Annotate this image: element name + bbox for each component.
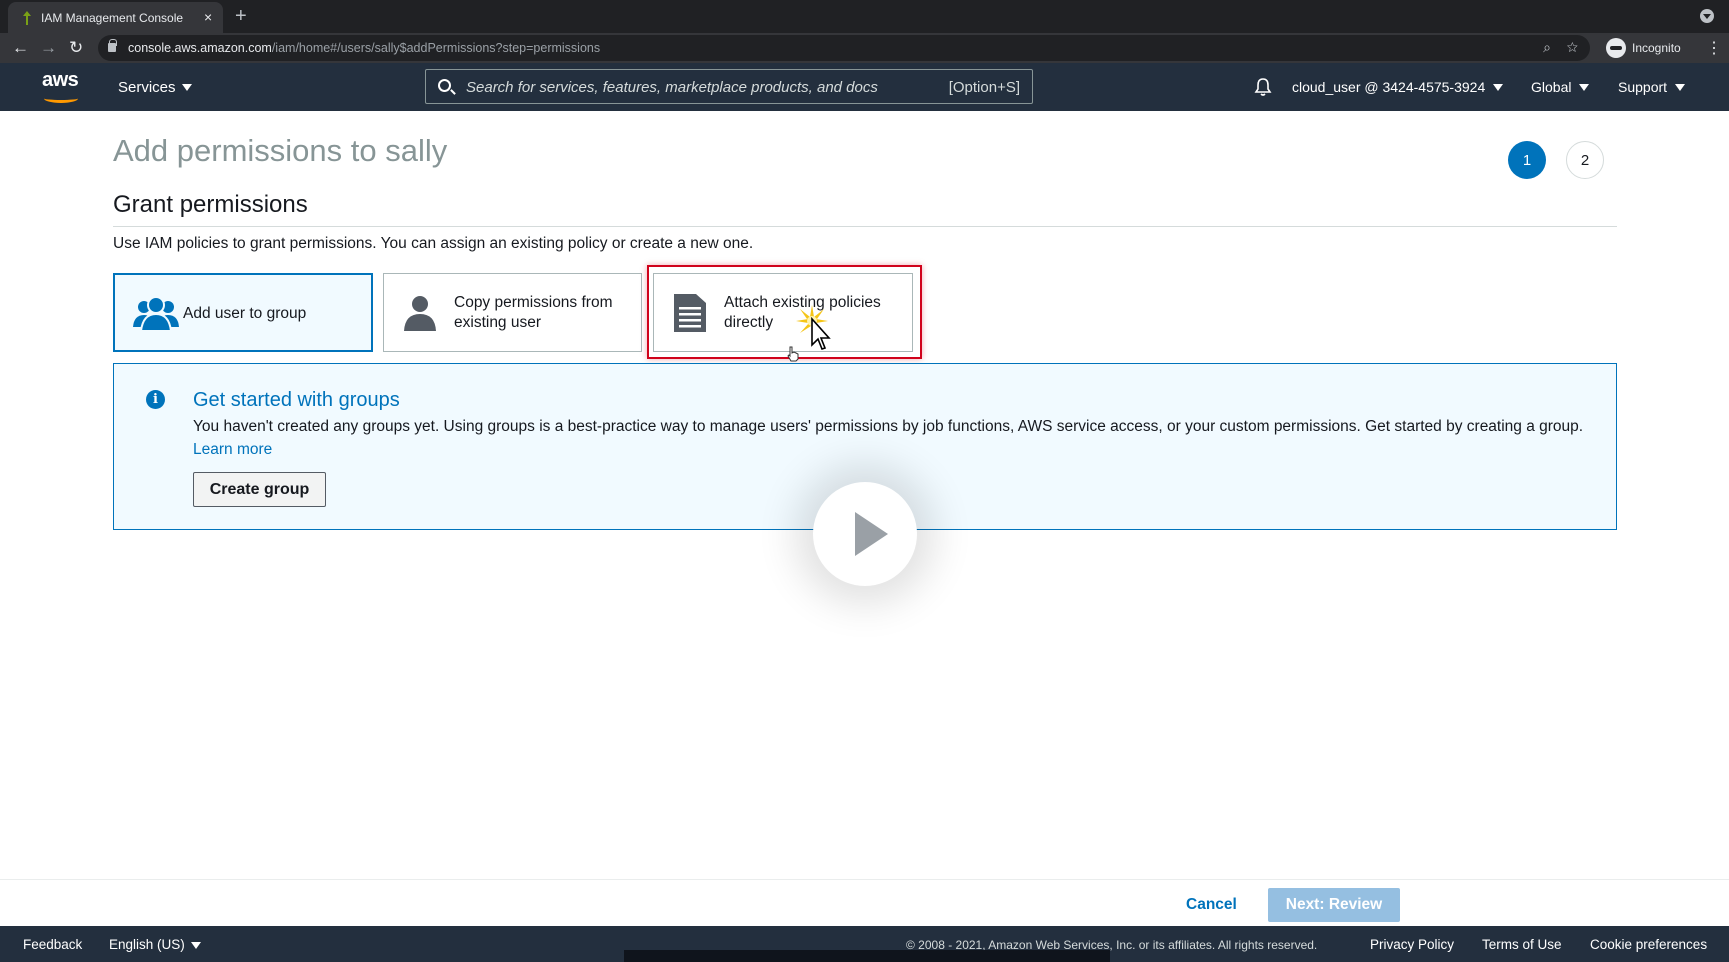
terms-of-use-link[interactable]: Terms of Use bbox=[1482, 937, 1562, 952]
caret-down-icon bbox=[1675, 83, 1686, 91]
language-label: English (US) bbox=[109, 937, 185, 952]
info-icon: i bbox=[146, 390, 165, 409]
screen: IAM Management Console × + ← → ↻ console… bbox=[0, 0, 1729, 962]
reload-icon[interactable]: ↻ bbox=[69, 38, 83, 58]
url-host: console.aws.amazon.com bbox=[128, 41, 272, 55]
support-menu[interactable]: Support bbox=[1618, 79, 1686, 95]
video-progress-strip bbox=[624, 950, 1110, 962]
option-label: Add user to group bbox=[183, 305, 307, 322]
privacy-policy-link[interactable]: Privacy Policy bbox=[1370, 937, 1454, 952]
browser-menu-icon[interactable]: ⋮ bbox=[1706, 38, 1722, 58]
omnibox-actions: ⌕ ☆ bbox=[1543, 39, 1578, 56]
incognito-label: Incognito bbox=[1632, 41, 1681, 55]
user-icon bbox=[404, 296, 436, 331]
info-body: You haven't created any groups yet. Usin… bbox=[193, 415, 1593, 461]
browser-tab[interactable]: IAM Management Console × bbox=[8, 2, 223, 33]
feedback-link[interactable]: Feedback bbox=[23, 937, 82, 952]
search-icon bbox=[438, 79, 451, 92]
services-label: Services bbox=[118, 79, 176, 96]
services-menu[interactable]: Services bbox=[118, 79, 192, 96]
iam-favicon-icon bbox=[23, 11, 31, 25]
browser-toolbar: ← → ↻ console.aws.amazon.com/iam/home#/u… bbox=[0, 33, 1729, 63]
section-title: Grant permissions bbox=[113, 191, 308, 218]
caret-down-icon bbox=[190, 941, 201, 949]
caret-down-icon bbox=[1579, 83, 1590, 91]
divider bbox=[113, 226, 1617, 227]
zoom-icon[interactable]: ⌕ bbox=[1543, 39, 1551, 55]
url-path: /iam/home#/users/sally$addPermissions?st… bbox=[271, 41, 601, 55]
caret-down-icon bbox=[1493, 83, 1504, 91]
option-copy-permissions[interactable]: Copy permissions from existing user bbox=[383, 273, 642, 352]
caret-down-icon bbox=[181, 84, 192, 91]
page-title: Add permissions to sally bbox=[113, 133, 448, 168]
option-add-user-to-group[interactable]: Add user to group bbox=[113, 273, 373, 352]
account-menu[interactable]: cloud_user @ 3424-4575-3924 bbox=[1292, 79, 1504, 95]
hand-pointer-icon bbox=[787, 346, 799, 362]
bookmark-star-icon[interactable]: ☆ bbox=[1567, 39, 1578, 55]
video-play-icon[interactable] bbox=[813, 482, 917, 586]
learn-more-link[interactable]: Learn more bbox=[193, 441, 272, 458]
cookie-preferences-link[interactable]: Cookie preferences bbox=[1590, 937, 1707, 952]
option-attach-policies[interactable]: Attach existing policies directly bbox=[653, 273, 913, 352]
region-menu[interactable]: Global bbox=[1531, 79, 1590, 95]
console-search-input[interactable]: Search for services, features, marketpla… bbox=[425, 69, 1033, 104]
region-label: Global bbox=[1531, 79, 1572, 95]
create-group-button[interactable]: Create group bbox=[193, 472, 326, 507]
url-bar[interactable]: console.aws.amazon.com/iam/home#/users/s… bbox=[98, 35, 1590, 61]
cancel-button[interactable]: Cancel bbox=[1186, 896, 1237, 914]
section-description: Use IAM policies to grant permissions. Y… bbox=[113, 235, 754, 252]
tab-search-icon[interactable] bbox=[1700, 9, 1714, 23]
browser-tab-title: IAM Management Console bbox=[41, 11, 184, 25]
group-icon bbox=[133, 296, 179, 332]
document-icon bbox=[674, 294, 706, 332]
back-arrow-icon[interactable]: ← bbox=[12, 38, 29, 58]
info-title: Get started with groups bbox=[193, 389, 400, 411]
next-review-button[interactable]: Next: Review bbox=[1268, 888, 1400, 922]
browser-tab-bar: IAM Management Console × + bbox=[0, 0, 1729, 33]
aws-logo-text: aws bbox=[42, 69, 79, 91]
info-body-text: You haven't created any groups yet. Usin… bbox=[193, 418, 1584, 435]
step-indicator-2[interactable]: 2 bbox=[1566, 141, 1604, 179]
language-selector[interactable]: English (US) bbox=[109, 937, 201, 952]
notifications-bell-icon[interactable] bbox=[1254, 77, 1272, 97]
aws-smile-icon bbox=[44, 94, 78, 103]
forward-arrow-icon[interactable]: → bbox=[40, 38, 57, 58]
lock-icon bbox=[108, 39, 117, 52]
aws-logo[interactable]: aws bbox=[42, 69, 82, 105]
search-shortcut: [Option+S] bbox=[948, 79, 1020, 96]
account-label: cloud_user @ 3424-4575-3924 bbox=[1292, 79, 1486, 95]
step-indicator-1: 1 bbox=[1508, 141, 1546, 179]
aws-top-nav: aws Services Search for services, featur… bbox=[0, 63, 1729, 111]
url-text: console.aws.amazon.com/iam/home#/users/s… bbox=[128, 41, 600, 55]
incognito-icon bbox=[1606, 38, 1626, 58]
tab-close-icon[interactable]: × bbox=[204, 9, 212, 25]
support-label: Support bbox=[1618, 79, 1668, 95]
option-label: Copy permissions from existing user bbox=[454, 294, 613, 331]
wizard-action-bar: Cancel Next: Review bbox=[0, 879, 1729, 926]
new-tab-button[interactable]: + bbox=[235, 5, 247, 28]
search-placeholder: Search for services, features, marketpla… bbox=[466, 79, 878, 96]
mouse-cursor-icon bbox=[796, 305, 831, 350]
incognito-profile[interactable]: Incognito bbox=[1606, 37, 1681, 59]
